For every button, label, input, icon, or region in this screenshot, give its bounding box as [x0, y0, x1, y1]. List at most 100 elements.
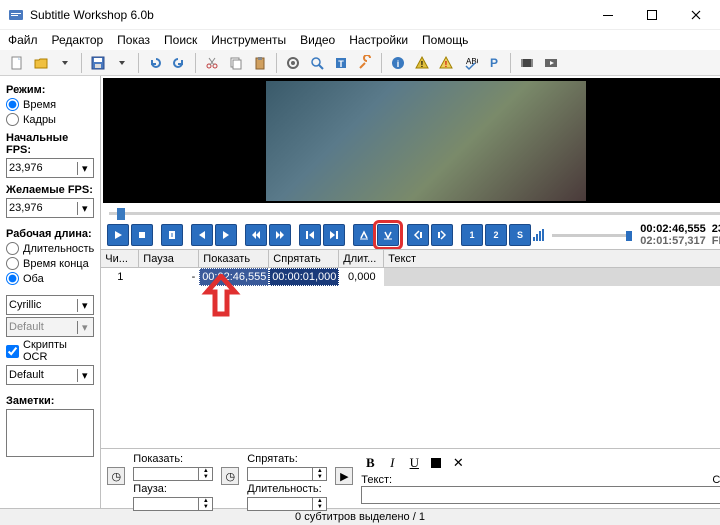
undo-icon[interactable] [144, 52, 166, 74]
statusbar: 0 субтитров выделено / 1 [0, 508, 720, 525]
radio-duration[interactable]: Длительность [6, 242, 94, 255]
shift-back-button[interactable] [407, 224, 429, 246]
info-icon[interactable]: i [387, 52, 409, 74]
new-file-icon[interactable] [6, 52, 28, 74]
zoom-icon[interactable] [306, 52, 328, 74]
prev-sub-button[interactable] [191, 224, 213, 246]
radio-time[interactable]: Время [6, 98, 94, 111]
spellcheck-icon[interactable]: ABC [459, 52, 481, 74]
player-controls: 1 2 S 00:02:46,555 02:01:57,317 23,976 F… [101, 221, 720, 249]
menu-tools[interactable]: Инструменты [211, 33, 286, 47]
dropdown-icon[interactable] [111, 52, 133, 74]
subtitle-text-input[interactable] [361, 486, 720, 504]
color-button[interactable] [427, 454, 445, 472]
italic-button[interactable]: I [383, 454, 401, 472]
mark-out-button[interactable] [377, 224, 399, 246]
col-dur[interactable]: Длит... [339, 250, 384, 267]
warn-icon[interactable]: ! [435, 52, 457, 74]
minimize-button[interactable] [586, 1, 630, 29]
pause-input[interactable]: ▲▼ [133, 497, 213, 511]
col-hide[interactable]: Спрятать [269, 250, 339, 267]
radio-both[interactable]: Оба [6, 272, 94, 285]
rewind-button[interactable] [245, 224, 267, 246]
gear-icon[interactable] [282, 52, 304, 74]
play-button[interactable] [107, 224, 129, 246]
titlebar: Subtitle Workshop 6.0b [0, 0, 720, 30]
app-icon [8, 7, 24, 23]
table-row[interactable]: 1 - 00:02:46,555 00:00:01,000 0,000 [101, 268, 720, 286]
hide-input[interactable]: ▲▼ [247, 467, 327, 481]
menu-search[interactable]: Поиск [164, 33, 197, 47]
scroll-toggle-button[interactable] [161, 224, 183, 246]
next-sub-button[interactable] [215, 224, 237, 246]
show-input[interactable]: ▲▼ [133, 467, 213, 481]
notes-label: Заметки: [6, 395, 94, 407]
svg-text:P: P [490, 56, 498, 70]
sidebar: Режим: Время Кадры Начальные FPS: 23,976… [0, 76, 101, 508]
col-pause[interactable]: Пауза [139, 250, 199, 267]
charset2-combo[interactable]: Default▾ [6, 317, 94, 337]
video2-icon[interactable] [540, 52, 562, 74]
video-icon[interactable] [516, 52, 538, 74]
menu-video[interactable]: Видео [300, 33, 335, 47]
shift-fwd-button[interactable] [431, 224, 453, 246]
status-text: 0 субтитров выделено / 1 [295, 511, 425, 523]
paste-icon[interactable] [249, 52, 271, 74]
close-button[interactable] [674, 1, 718, 29]
dropdown-icon[interactable] [54, 52, 76, 74]
notes-textarea[interactable] [6, 409, 94, 457]
menu-editor[interactable]: Редактор [52, 33, 104, 47]
menu-help[interactable]: Помощь [422, 33, 468, 47]
menu-settings[interactable]: Настройки [349, 33, 408, 47]
menu-view[interactable]: Показ [117, 33, 150, 47]
cut-icon[interactable] [201, 52, 223, 74]
save-icon[interactable] [87, 52, 109, 74]
volume-icon[interactable] [533, 229, 544, 241]
clock-icon[interactable]: ◷ [107, 467, 125, 485]
seek-slider[interactable] [101, 205, 720, 221]
step-fwd-button[interactable] [323, 224, 345, 246]
hide-label: Спрятать: [247, 453, 327, 465]
step-back-button[interactable] [299, 224, 321, 246]
toolbar: T i ! ! ABC P [0, 50, 720, 76]
col-show[interactable]: Показать [199, 250, 269, 267]
btn-s[interactable]: S [509, 224, 531, 246]
svg-text:T: T [338, 59, 344, 69]
radio-endtime[interactable]: Время конца [6, 257, 94, 270]
menu-file[interactable]: Файл [8, 33, 38, 47]
underline-button[interactable]: U [405, 454, 423, 472]
radio-frames[interactable]: Кадры [6, 113, 94, 126]
maximize-button[interactable] [630, 1, 674, 29]
charset-combo[interactable]: Cyrillic▾ [6, 295, 94, 315]
text-icon[interactable]: T [330, 52, 352, 74]
svg-text:!: ! [445, 60, 448, 69]
col-num[interactable]: Чи... [101, 250, 139, 267]
open-file-icon[interactable] [30, 52, 52, 74]
dur-input[interactable]: ▲▼ [247, 497, 327, 511]
cell-num: 1 [101, 268, 139, 286]
forward-button[interactable] [269, 224, 291, 246]
clear-fmt-button[interactable]: ✕ [449, 454, 467, 472]
copy-icon[interactable] [225, 52, 247, 74]
btn-2[interactable]: 2 [485, 224, 507, 246]
ocr-scripts-check[interactable]: Скрипты OCR [6, 339, 94, 363]
col-text[interactable]: Текст [384, 250, 720, 267]
bold-button[interactable]: B [361, 454, 379, 472]
subtitle-table: Чи... Пауза Показать Спрятать Длит... Те… [101, 249, 720, 448]
volume-slider[interactable] [552, 234, 632, 237]
ocr-combo[interactable]: Default▾ [6, 365, 94, 385]
mark-in-button[interactable] [353, 224, 375, 246]
dur-label: Длительность: [247, 483, 327, 495]
in-fps-combo[interactable]: 23,976▾ [6, 158, 94, 178]
redo-icon[interactable] [168, 52, 190, 74]
btn-1[interactable]: 1 [461, 224, 483, 246]
play-snippet-icon[interactable]: ▶ [335, 467, 353, 485]
out-fps-combo[interactable]: 23,976▾ [6, 198, 94, 218]
clock-icon[interactable]: ◷ [221, 467, 239, 485]
fps-value: 23,976 [712, 223, 720, 235]
pascal-icon[interactable]: P [483, 52, 505, 74]
svg-text:ABC: ABC [466, 57, 478, 66]
error-icon[interactable]: ! [411, 52, 433, 74]
stop-button[interactable] [131, 224, 153, 246]
tools-icon[interactable] [354, 52, 376, 74]
